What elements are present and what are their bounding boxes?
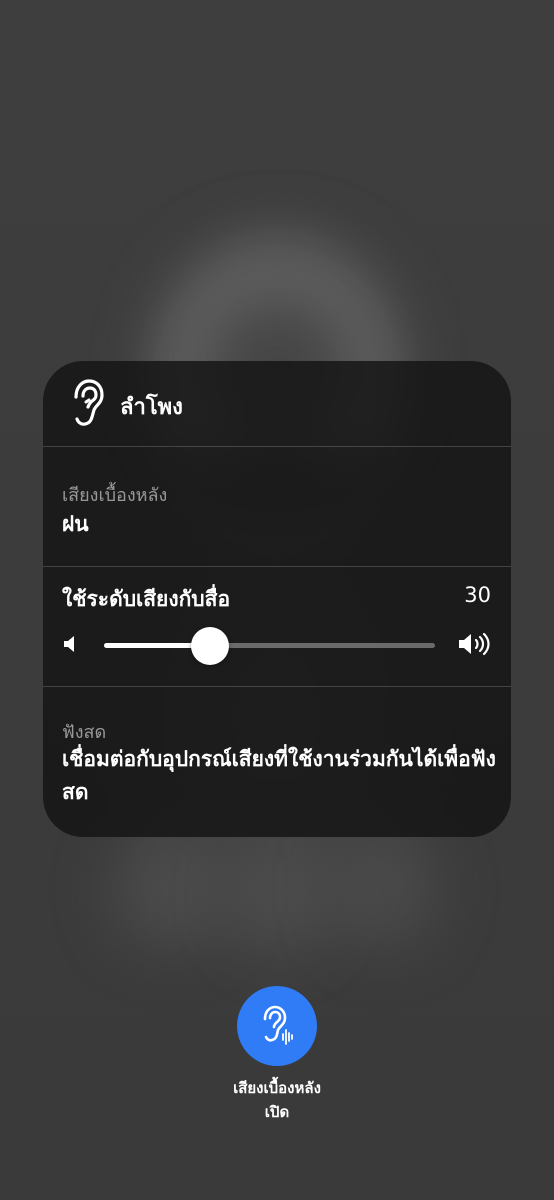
slider-thumb[interactable] <box>190 627 229 665</box>
background-sound-value: ฝน <box>62 512 89 536</box>
media-volume-slider[interactable] <box>104 627 435 665</box>
background-sounds-toggle-status: เปิด <box>264 1103 290 1121</box>
background-sound-label: เสียงเบื้องหลัง <box>62 485 168 506</box>
background-blur <box>230 840 330 950</box>
media-volume-value: 30 <box>464 583 491 607</box>
background-blur <box>330 830 440 950</box>
divider <box>43 566 511 567</box>
live-listen-label: ฟังสด <box>62 722 107 743</box>
hearing-panel: ลำโพง เสียงเบื้องหลัง ฝน ใช้ระดับเสียงกั… <box>43 361 511 837</box>
speaker-high-icon <box>459 632 490 656</box>
ear-icon <box>74 379 104 426</box>
background-sounds-toggle-button[interactable] <box>237 986 317 1066</box>
divider <box>43 686 511 687</box>
media-volume-label: ใช้ระดับเสียงกับสื่อ <box>62 587 231 611</box>
background-blur <box>110 830 230 950</box>
live-listen-description: เชื่อมต่อกับอุปกรณ์เสียงที่ใช้งานร่วมกัน… <box>62 747 496 804</box>
speaker-low-icon <box>64 636 74 652</box>
panel-header[interactable]: ลำโพง <box>43 361 511 446</box>
ear-sound-icon <box>263 1005 293 1045</box>
divider <box>43 446 511 447</box>
panel-title: ลำโพง <box>120 395 183 420</box>
background-sounds-toggle-label: เสียงเบื้องหลัง <box>233 1079 321 1097</box>
